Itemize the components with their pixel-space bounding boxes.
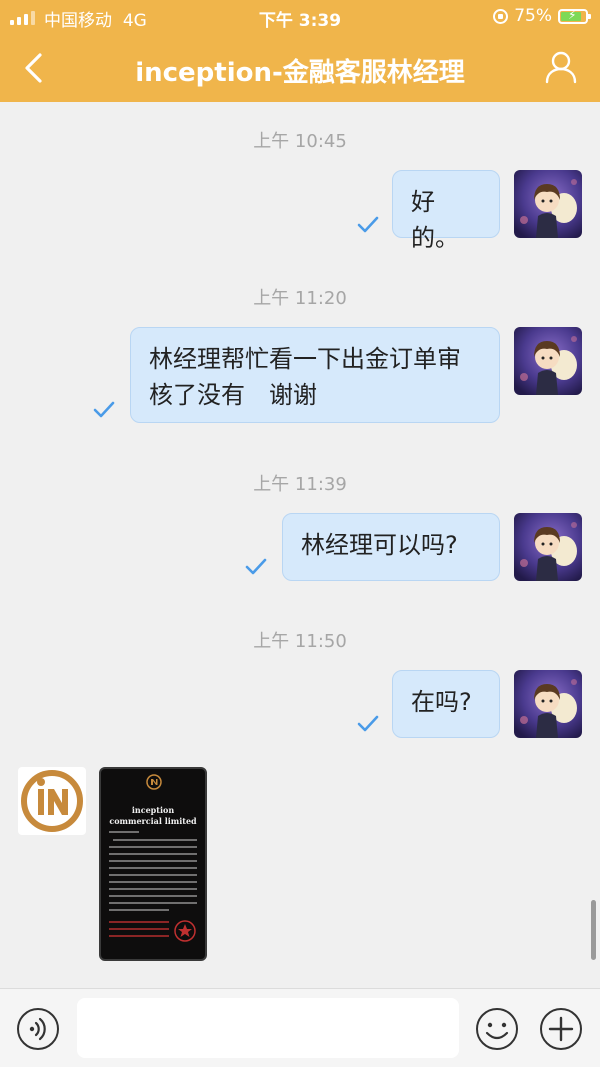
image-message[interactable]: inception commercial limited: [99, 767, 207, 961]
read-check-icon: [245, 558, 267, 575]
my-avatar[interactable]: [514, 513, 582, 581]
read-check-icon: [357, 216, 379, 233]
rotation-lock-icon: [493, 8, 509, 24]
document-text-line: [109, 846, 197, 848]
avatar-image: [514, 170, 582, 238]
avatar-image: [514, 327, 582, 395]
plus-icon: [540, 1008, 582, 1050]
message-timestamp: 上午 10:45: [253, 131, 347, 152]
seal-stamp-icon: [174, 920, 196, 942]
battery-icon: ⚡: [558, 7, 591, 24]
status-bar: 中国移动 4G 下午 3:39 75% ⚡: [0, 0, 600, 34]
more-button[interactable]: [539, 1007, 583, 1051]
message-timestamp: 上午 11:20: [253, 288, 347, 309]
avatar-image: [514, 513, 582, 581]
input-bar: [0, 988, 600, 1067]
emoji-button[interactable]: [475, 1007, 519, 1051]
contact-avatar[interactable]: [18, 767, 86, 835]
document-text-line: [109, 831, 139, 833]
profile-button[interactable]: [544, 50, 578, 84]
nav-bar: inception-金融客服林经理: [0, 34, 600, 102]
document-title: inception commercial limited: [109, 805, 197, 826]
document-text-line: [109, 902, 197, 904]
chevron-left-icon: [25, 53, 42, 83]
document-logo-icon: [146, 774, 162, 790]
chat-title: inception-金融客服林经理: [135, 58, 465, 88]
my-avatar[interactable]: [514, 670, 582, 738]
document-text-line: [109, 928, 169, 930]
battery-percent: 75%: [514, 6, 552, 26]
my-avatar[interactable]: [514, 327, 582, 395]
read-check-icon: [93, 401, 115, 418]
message-bubble[interactable]: 好的。: [392, 170, 500, 252]
app-header: 中国移动 4G 下午 3:39 75% ⚡ inception-金融客服林经理: [0, 0, 600, 102]
document-text-line: [109, 881, 197, 883]
document-text-line: [113, 839, 197, 841]
message-timestamp: 上午 11:50: [253, 631, 347, 652]
document-text-line: [109, 874, 197, 876]
message-timestamp: 上午 11:39: [253, 474, 347, 495]
document-text-line: [109, 867, 197, 869]
charging-bolt-icon: ⚡: [568, 7, 577, 22]
document-text-line: [109, 860, 197, 862]
read-check-icon: [357, 715, 379, 732]
chat-area[interactable]: 上午 10:45 好的。 上午 11:20 林经理帮忙看一下出金订单审核了没有 …: [0, 102, 600, 988]
back-button[interactable]: [18, 50, 54, 86]
message-bubble[interactable]: 林经理可以吗?: [282, 513, 500, 581]
voice-icon: [17, 1008, 59, 1050]
document-text-line: [109, 921, 169, 923]
message-bubble[interactable]: 在吗?: [392, 670, 500, 738]
document-text-line: [109, 853, 197, 855]
emoji-icon: [476, 1008, 518, 1050]
company-logo-icon: [21, 770, 83, 832]
document-text-line: [109, 909, 169, 911]
document-text-line: [109, 895, 197, 897]
my-avatar[interactable]: [514, 170, 582, 238]
message-bubble[interactable]: 林经理帮忙看一下出金订单审核了没有 谢谢: [130, 327, 500, 423]
document-text-line: [109, 888, 197, 890]
scrollbar[interactable]: [591, 900, 596, 960]
avatar-image: [514, 670, 582, 738]
document-text-line: [109, 935, 169, 937]
voice-button[interactable]: [16, 1007, 60, 1051]
user-icon: [545, 51, 577, 84]
battery-area: 75% ⚡: [493, 6, 591, 26]
message-input[interactable]: [77, 998, 459, 1058]
